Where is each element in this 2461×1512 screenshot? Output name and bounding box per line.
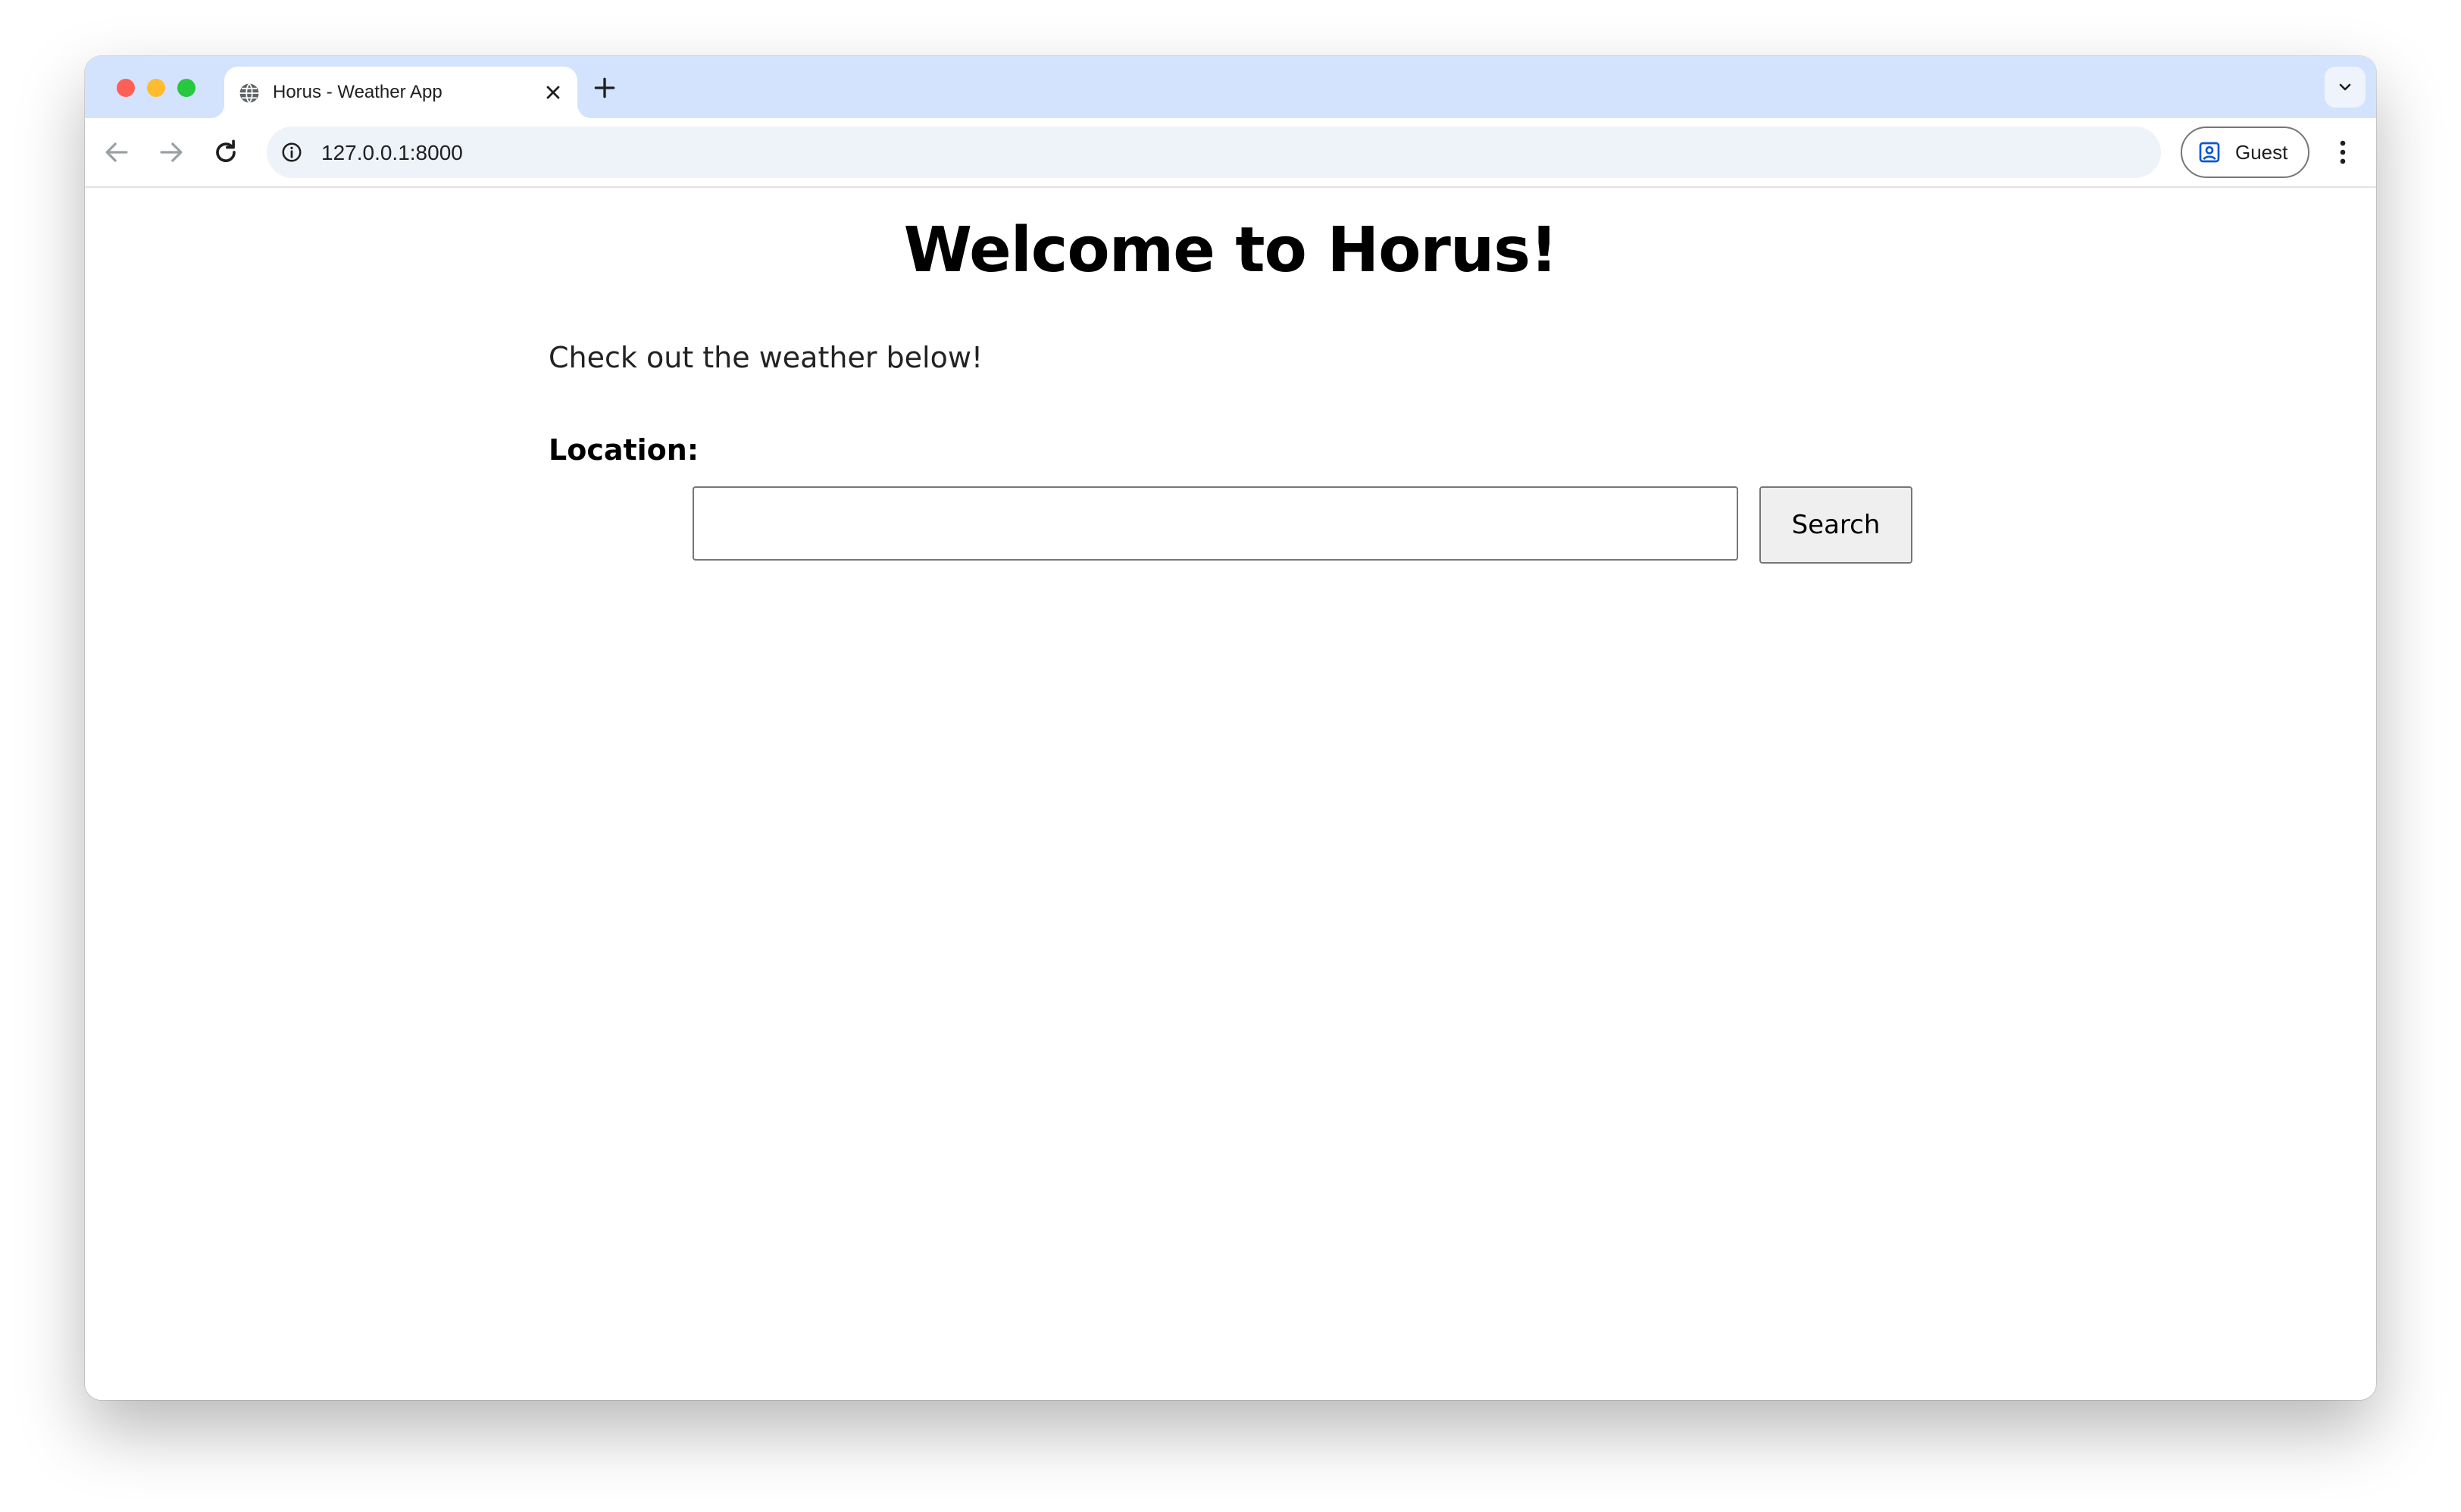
person-badge-icon	[2199, 142, 2220, 163]
tab-strip: Horus - Weather App	[85, 56, 2376, 118]
browser-window: Horus - Weather App 127.0.0.1:8000 Guest…	[85, 56, 2376, 1400]
globe-icon	[239, 83, 259, 104]
tab-title: Horus - Weather App	[273, 82, 442, 102]
profile-label: Guest	[2235, 141, 2288, 164]
url-text: 127.0.0.1:8000	[321, 141, 463, 164]
arrow-right-icon[interactable]	[155, 136, 188, 169]
info-icon[interactable]	[280, 141, 303, 164]
page-title: Welcome to Horus!	[903, 214, 1559, 286]
browser-toolbar: 127.0.0.1:8000 Guest	[85, 118, 2376, 188]
minimize-window-button[interactable]	[147, 79, 165, 97]
plus-icon[interactable]	[589, 73, 620, 103]
address-bar[interactable]: 127.0.0.1:8000	[267, 127, 2161, 178]
tab-search-button[interactable]	[2325, 67, 2366, 108]
page-subtitle: Check out the weather below!	[549, 341, 983, 374]
page-content: Welcome to Horus! Check out the weather …	[85, 188, 2376, 1400]
kebab-menu-icon[interactable]	[2326, 136, 2359, 169]
location-label: Location:	[549, 433, 699, 467]
arrow-left-icon[interactable]	[100, 136, 133, 169]
maximize-window-button[interactable]	[177, 79, 195, 97]
active-tab[interactable]: Horus - Weather App	[224, 67, 577, 118]
search-button[interactable]: Search	[1759, 486, 1912, 564]
reload-icon[interactable]	[209, 136, 242, 169]
chevron-down-icon	[2339, 83, 2351, 91]
close-icon[interactable]	[543, 82, 564, 103]
location-input[interactable]	[693, 486, 1738, 561]
profile-button[interactable]: Guest	[2181, 127, 2309, 178]
close-window-button[interactable]	[117, 79, 135, 97]
